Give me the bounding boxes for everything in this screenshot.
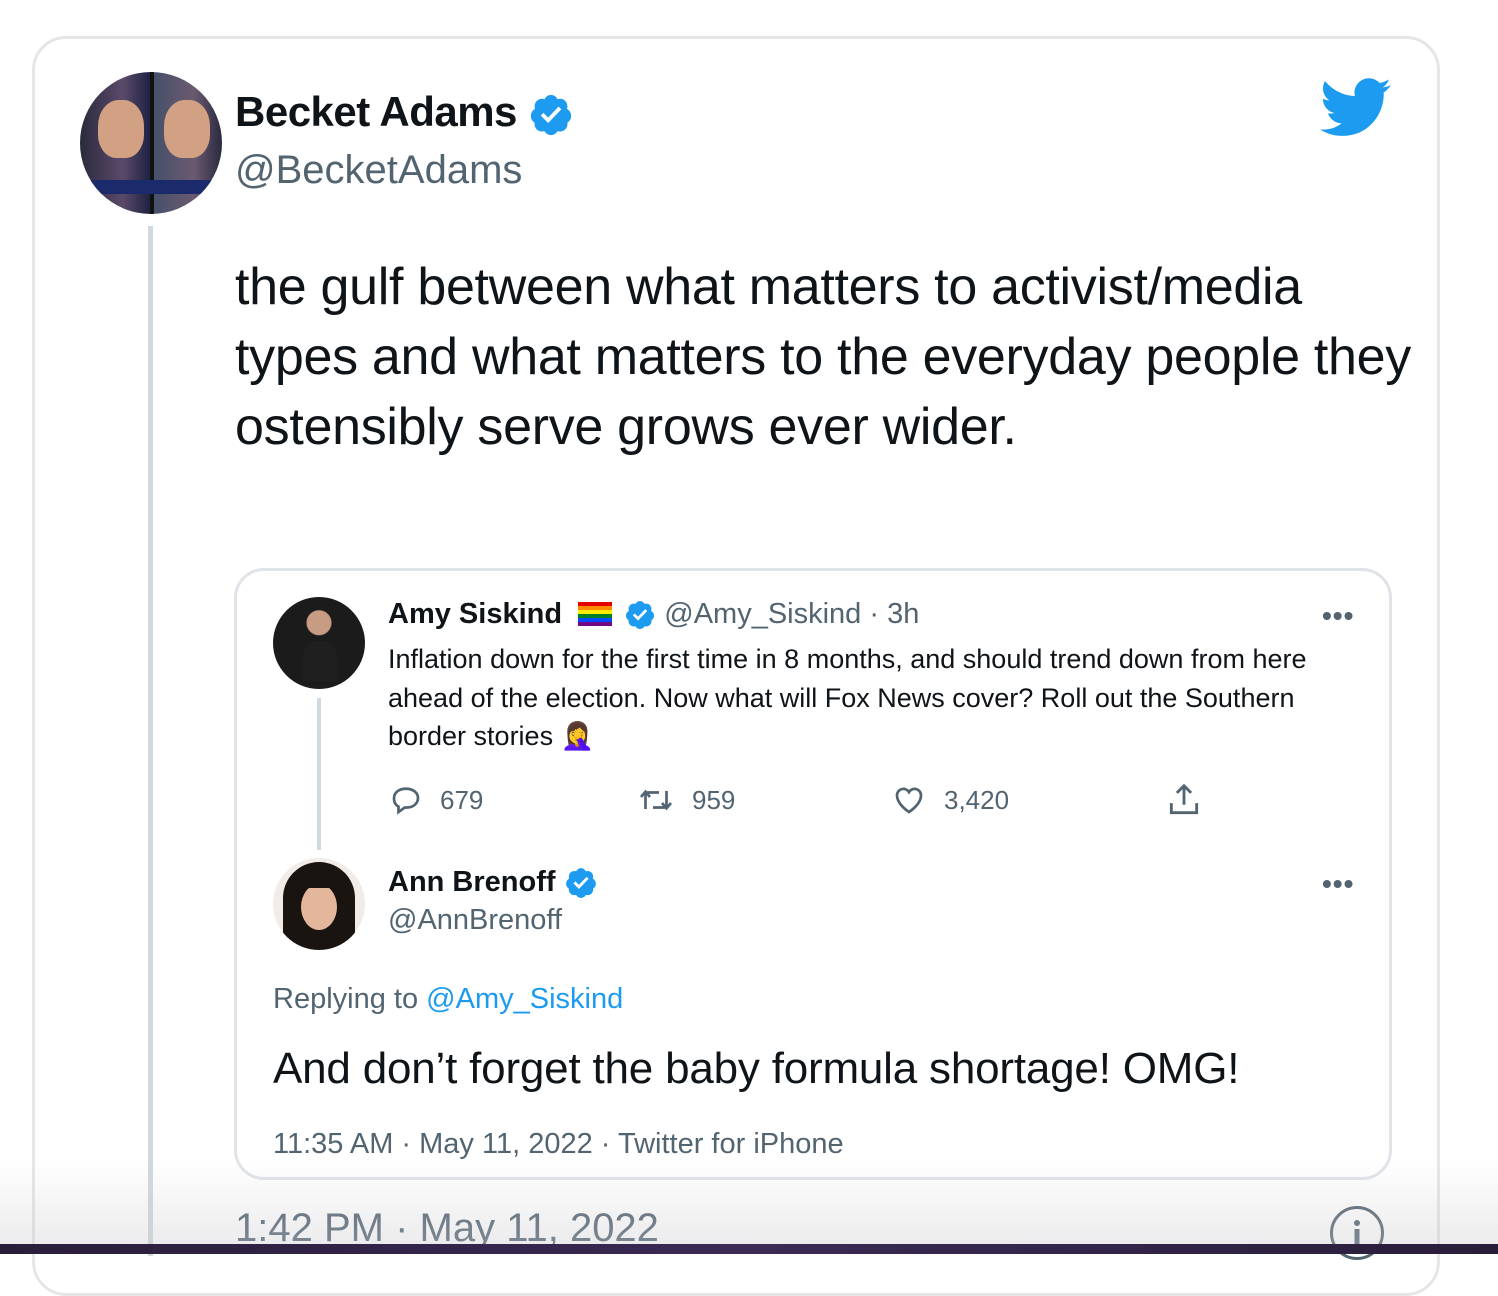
parent-author-handle[interactable]: @Amy_Siskind [664, 598, 861, 630]
reply-tweet-meta[interactable]: 11:35 AM · May 11, 2022 · Twitter for iP… [273, 1128, 844, 1161]
inner-thread-line [317, 698, 321, 850]
parent-tweet-header: Amy Siskind @Amy_Siskind · 3h [388, 598, 919, 631]
replying-to: Replying to @Amy_Siskind [273, 983, 623, 1016]
replying-label: Replying to [273, 983, 427, 1015]
author-avatar[interactable] [80, 72, 222, 214]
like-action[interactable]: 3,420 [890, 780, 1009, 820]
verified-badge-icon [565, 868, 596, 899]
like-count: 3,420 [944, 784, 1010, 815]
more-options-icon[interactable]: ••• [1322, 868, 1354, 900]
parent-author-avatar[interactable] [273, 597, 365, 689]
reply-count: 679 [440, 784, 484, 815]
reply-action[interactable]: 679 [388, 780, 483, 820]
tweet-text: the gulf between what matters to activis… [235, 258, 1411, 456]
reply-author-avatar[interactable] [273, 858, 365, 950]
reply-icon [392, 787, 420, 815]
parent-tweet-text: Inflation down for the first time in 8 m… [388, 644, 1307, 751]
author-name[interactable]: Becket Adams [235, 88, 574, 138]
reply-tweet-text: And don’t forget the baby formula shorta… [273, 1044, 1240, 1093]
thread-line [148, 226, 153, 1256]
share-action[interactable] [1164, 780, 1204, 820]
like-icon [895, 787, 923, 814]
retweet-count: 959 [692, 784, 736, 815]
retweet-action[interactable]: 959 [636, 780, 735, 820]
more-options-icon[interactable]: ••• [1322, 600, 1354, 632]
verified-badge-icon [530, 94, 572, 136]
parent-author-name[interactable]: Amy Siskind [388, 598, 562, 630]
replying-mention[interactable]: @Amy_Siskind [426, 983, 623, 1015]
reply-author-name-text: Ann Brenoff [388, 866, 556, 898]
reply-author-handle[interactable]: @AnnBrenoff [388, 904, 562, 937]
verified-badge-icon [626, 601, 655, 630]
author-handle[interactable]: @BecketAdams [235, 148, 522, 193]
parent-tweet-age[interactable]: · 3h [869, 598, 919, 630]
reply-author-name[interactable]: Ann Brenoff [388, 866, 598, 900]
author-name-text: Becket Adams [235, 88, 517, 135]
twitter-bird-icon[interactable] [1320, 78, 1392, 138]
share-icon [1169, 783, 1199, 815]
rainbow-flag-icon [578, 602, 613, 626]
retweet-icon [639, 789, 673, 811]
bottom-bar [0, 1244, 1498, 1254]
